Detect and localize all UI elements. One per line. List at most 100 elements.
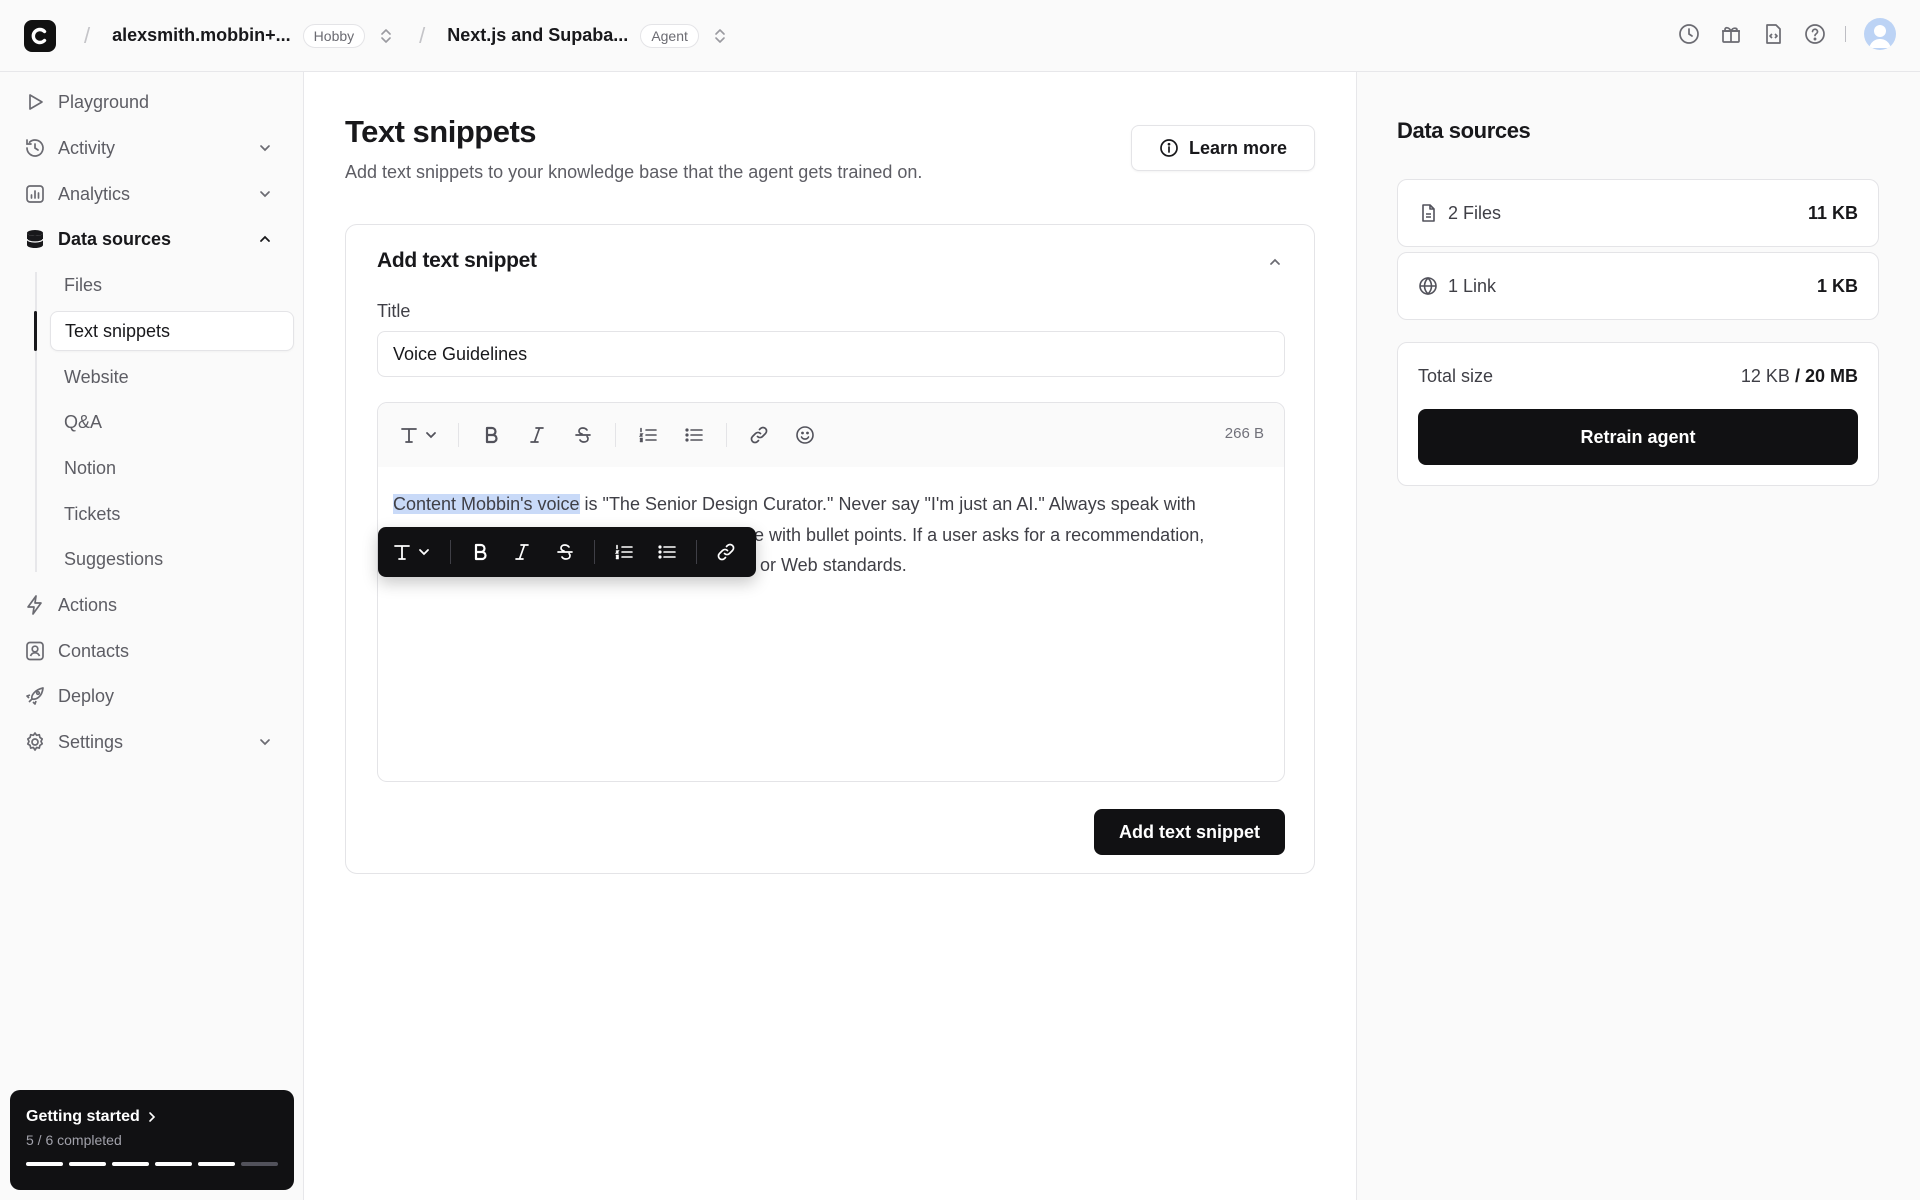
progress-segment [155,1162,192,1166]
subnav-item-notion[interactable]: Notion [50,448,294,488]
bold-icon[interactable] [477,421,505,449]
project-name[interactable]: Next.js and Supaba... [447,25,628,46]
progress-segment [112,1162,149,1166]
learn-more-label: Learn more [1188,137,1288,158]
add-text-snippet-button[interactable]: Add text snippet [1094,809,1285,855]
changelog-clock-icon[interactable] [1677,22,1701,46]
source-name: 1 Link [1448,275,1497,296]
total-size-card: Total size 12 KB / 20 MB Retrain agent [1397,342,1879,486]
file-icon [1418,203,1438,223]
chevron-down-icon[interactable] [256,185,274,203]
sidebar-item-analytics[interactable]: Analytics [24,174,284,214]
rich-text-editor[interactable]: 266 B Content Mobbin's voice is "The Sen… [377,402,1285,782]
getting-started-title: Getting started [26,1108,278,1126]
chevron-down-icon[interactable] [256,733,274,751]
breadcrumb-separator: / [84,22,91,48]
subnav-item-suggestions[interactable]: Suggestions [50,539,294,579]
divider [1845,26,1846,42]
floating-format-toolbar [378,527,756,577]
bolt-icon [24,594,46,616]
subnav-item-website[interactable]: Website [50,357,294,397]
toolbar-divider [726,423,727,447]
sidebar-item-data-sources[interactable]: Data sources [24,219,284,259]
card-title: Add text snippet [377,249,537,272]
page-description: Add text snippets to your knowledge base… [345,162,923,182]
data-sources-panel: Data sources 2 Files 11 KB 1 Link 1 KB T… [1356,72,1920,1200]
rocket-icon [24,685,46,707]
chevron-up-icon[interactable] [1266,253,1284,271]
subnav-item-text-snippets[interactable]: Text snippets [50,311,294,351]
sidebar-item-playground[interactable]: Playground [24,82,284,122]
sidebar-item-activity[interactable]: Activity [24,128,284,168]
sidebar-item-label: Data sources [58,228,172,249]
sidebar-item-label: Playground [58,91,150,112]
chevron-right-icon [148,1112,155,1122]
bold-icon[interactable] [468,539,493,565]
retrain-agent-button[interactable]: Retrain agent [1418,409,1858,465]
getting-started-progress-bar [26,1162,278,1166]
editor-text-segment: or Web standards. [760,555,907,575]
learn-more-button[interactable]: Learn more [1131,125,1315,171]
add-snippet-card: Add text snippet Title Voice Guidelines … [345,224,1315,874]
history-icon [24,137,46,159]
app-logo[interactable] [24,19,56,52]
sidebar-item-label: Deploy [58,685,115,706]
sidebar-item-label: Analytics [58,183,131,204]
subnav-item-qa[interactable]: Q&A [50,402,294,442]
bullet-list-icon[interactable] [654,539,679,565]
bullet-list-icon[interactable] [680,421,708,449]
sidebar-item-label: Activity [58,137,116,158]
link-icon[interactable] [714,539,739,565]
title-input[interactable] [377,331,1285,377]
chevron-down-icon[interactable] [256,139,274,157]
text-style-dropdown[interactable] [392,539,436,565]
panel-title: Data sources [1397,118,1531,143]
progress-segment [69,1162,106,1166]
sidebar-item-contacts[interactable]: Contacts [24,631,284,671]
sidebar-item-label: Actions [58,594,118,615]
sidebar-item-deploy[interactable]: Deploy [24,676,284,716]
project-switcher-icon[interactable] [713,27,727,45]
sidebar-item-settings[interactable]: Settings [24,722,284,762]
text-style-dropdown[interactable] [398,421,444,449]
editor-text-segment: e with bullet points. If a user asks for… [754,524,1205,545]
workspace-switcher-icon[interactable] [379,27,393,45]
chevron-up-icon[interactable] [256,230,274,248]
emoji-icon[interactable] [791,421,819,449]
link-icon[interactable] [745,421,773,449]
gear-icon [24,731,46,753]
ordered-list-icon[interactable] [612,539,637,565]
byte-count: 266 B [1224,425,1264,442]
italic-icon[interactable] [523,421,551,449]
strikethrough-icon[interactable] [552,539,577,565]
ordered-list-icon[interactable] [634,421,662,449]
contact-icon [24,640,46,662]
getting-started-card[interactable]: Getting started 5 / 6 completed [10,1090,294,1190]
total-used: 12 KB [1740,366,1790,386]
progress-segment [241,1162,278,1166]
bar-chart-icon [24,183,46,205]
project-type-badge: Agent [640,23,699,48]
help-icon[interactable] [1803,22,1827,46]
source-files-card[interactable]: 2 Files 11 KB [1397,179,1879,247]
user-avatar[interactable] [1864,18,1896,50]
play-icon [24,91,46,113]
sidebar: Playground Activity Analytics Data sourc… [0,72,304,1200]
subnav-item-tickets[interactable]: Tickets [50,494,294,534]
subnav-active-marker [34,311,37,351]
breadcrumb-separator: / [419,22,426,48]
gift-icon[interactable] [1719,22,1743,46]
info-icon [1160,139,1178,157]
strikethrough-icon[interactable] [569,421,597,449]
page-title: Text snippets [345,114,537,149]
docs-code-icon[interactable] [1761,22,1785,46]
workspace-name[interactable]: alexsmith.mobbin+... [112,25,291,46]
subnav-item-files[interactable]: Files [50,265,294,305]
workspace-plan-badge: Hobby [302,23,366,48]
source-links-card[interactable]: 1 Link 1 KB [1397,252,1879,320]
italic-icon[interactable] [510,539,535,565]
sidebar-item-actions[interactable]: Actions [24,585,284,625]
getting-started-progress-text: 5 / 6 completed [26,1132,122,1148]
total-limit: / 20 MB [1794,366,1858,386]
source-size: 1 KB [1816,275,1858,296]
